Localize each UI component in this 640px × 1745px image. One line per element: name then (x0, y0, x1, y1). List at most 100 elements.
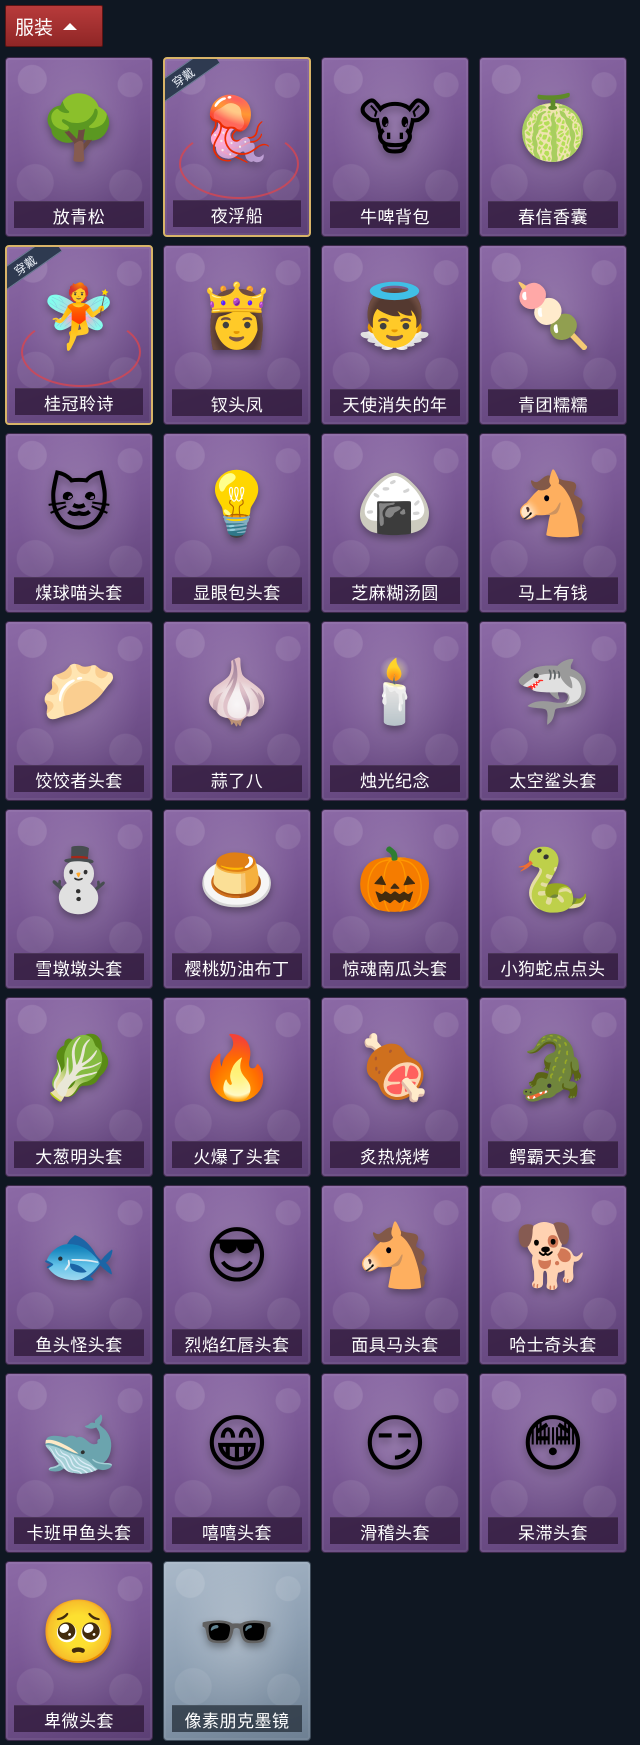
outfit-item-card[interactable]: 😁 嘻嘻头套 (163, 1373, 311, 1553)
item-name-label: 天使消失的年 (330, 389, 460, 416)
item-name-label: 芝麻糊汤圆 (330, 577, 460, 604)
item-name-label: 马上有钱 (488, 577, 618, 604)
outfit-item-card[interactable]: 🐱 煤球喵头套 (5, 433, 153, 613)
item-name-label: 鱼头怪头套 (14, 1329, 144, 1356)
item-art-icon: 🥺 (40, 1595, 118, 1668)
item-name-label: 雪墩墩头套 (14, 953, 144, 980)
item-art-icon: 🍈 (514, 91, 592, 164)
chevron-up-icon (63, 22, 78, 30)
item-name-label: 炙热烧烤 (330, 1141, 460, 1168)
item-name-label: 惊魂南瓜头套 (330, 953, 460, 980)
item-art-icon: 🐱 (46, 467, 112, 540)
outfit-item-card[interactable]: 🪼 夜浮船 穿戴 (163, 57, 311, 237)
item-art-icon: 🐍 (514, 843, 592, 916)
item-art-icon: 🕯️ (356, 655, 434, 728)
outfit-item-card[interactable]: 🥟 饺饺者头套 (5, 621, 153, 801)
item-art-icon: 👼 (356, 279, 434, 352)
item-name-label: 钗头凤 (172, 389, 302, 416)
outfit-item-card[interactable]: 🥬 大葱明头套 (5, 997, 153, 1177)
wardrobe-screen: 服装 🌳 放青松 🪼 夜浮船 穿戴 🐮 牛啤背包 🍈 春信香囊 🧚 桂冠聆诗 穿戴 👸 钗头凤 👼 天使消失的… (0, 0, 640, 1745)
item-art-icon: 😎 (204, 1219, 270, 1292)
outfit-item-card[interactable]: 🐕 哈士奇头套 (479, 1185, 627, 1365)
item-art-icon: 😳 (520, 1407, 586, 1480)
item-art-icon: 🧚 (40, 280, 118, 353)
item-art-icon: 🍡 (514, 279, 592, 352)
item-name-label: 滑稽头套 (330, 1517, 460, 1544)
outfit-item-card[interactable]: 🐮 牛啤背包 (321, 57, 469, 237)
outfit-item-card[interactable]: 😎 烈焰红唇头套 (163, 1185, 311, 1365)
outfit-item-card[interactable]: 🧚 桂冠聆诗 穿戴 (5, 245, 153, 425)
item-name-label: 太空鲨头套 (488, 765, 618, 792)
item-name-label: 显眼包头套 (172, 577, 302, 604)
item-name-label: 樱桃奶油布丁 (172, 953, 302, 980)
item-name-label: 夜浮船 (173, 200, 301, 227)
item-name-label: 煤球喵头套 (14, 577, 144, 604)
item-art-icon: 🍙 (356, 467, 434, 540)
item-name-label: 春信香囊 (488, 201, 618, 228)
outfit-item-card[interactable]: 🐊 鳄霸天头套 (479, 997, 627, 1177)
item-art-icon: 🐴 (514, 467, 592, 540)
outfit-item-card[interactable]: 🕶️ 像素朋克墨镜 (163, 1561, 311, 1741)
outfit-item-card[interactable]: 👼 天使消失的年 (321, 245, 469, 425)
outfit-item-card[interactable]: 👸 钗头凤 (163, 245, 311, 425)
item-name-label: 牛啤背包 (330, 201, 460, 228)
item-name-label: 卡班甲鱼头套 (14, 1517, 144, 1544)
outfit-item-card[interactable]: 🍈 春信香囊 (479, 57, 627, 237)
outfit-item-card[interactable]: 🔥 火爆了头套 (163, 997, 311, 1177)
outfit-item-card[interactable]: 🕯️ 烛光纪念 (321, 621, 469, 801)
item-art-icon: 💡 (198, 467, 276, 540)
outfit-item-card[interactable]: 😳 呆滞头套 (479, 1373, 627, 1553)
item-name-label: 桂冠聆诗 (15, 388, 143, 415)
outfit-item-card[interactable]: 🎃 惊魂南瓜头套 (321, 809, 469, 989)
item-name-label: 哈士奇头套 (488, 1329, 618, 1356)
item-art-icon: 🥟 (40, 655, 118, 728)
outfit-item-card[interactable]: 🌳 放青松 (5, 57, 153, 237)
outfit-item-card[interactable]: 🍖 炙热烧烤 (321, 997, 469, 1177)
section-header-outfit[interactable]: 服装 (5, 5, 103, 47)
item-art-icon: 🐴 (356, 1219, 434, 1292)
item-art-icon: 😁 (204, 1407, 270, 1480)
item-art-icon: 🌳 (40, 91, 118, 164)
outfit-item-card[interactable]: 🐴 面具马头套 (321, 1185, 469, 1365)
outfit-item-card[interactable]: 🧄 蒜了八 (163, 621, 311, 801)
item-name-label: 呆滞头套 (488, 1517, 618, 1544)
outfit-item-card[interactable]: 🐟 鱼头怪头套 (5, 1185, 153, 1365)
item-art-icon: 🕶️ (198, 1595, 276, 1668)
item-name-label: 饺饺者头套 (14, 765, 144, 792)
outfit-item-card[interactable]: 🦈 太空鲨头套 (479, 621, 627, 801)
item-art-icon: 🐋 (40, 1407, 118, 1480)
item-art-icon: 🪼 (198, 92, 276, 165)
item-name-label: 大葱明头套 (14, 1141, 144, 1168)
outfit-item-card[interactable]: 🥺 卑微头套 (5, 1561, 153, 1741)
item-name-label: 青团糯糯 (488, 389, 618, 416)
outfit-item-card[interactable]: 🍡 青团糯糯 (479, 245, 627, 425)
item-art-icon: 🐮 (358, 91, 432, 164)
outfit-item-card[interactable]: ⛄ 雪墩墩头套 (5, 809, 153, 989)
section-title: 服装 (15, 16, 54, 39)
item-art-icon: 🎃 (356, 843, 434, 916)
outfit-item-card[interactable]: 🍮 樱桃奶油布丁 (163, 809, 311, 989)
outfit-item-card[interactable]: 🍙 芝麻糊汤圆 (321, 433, 469, 613)
item-name-label: 小狗蛇点点头 (488, 953, 618, 980)
item-art-icon: 👸 (198, 279, 276, 352)
item-art-icon: 😏 (362, 1407, 428, 1480)
item-name-label: 嘻嘻头套 (172, 1517, 302, 1544)
outfit-item-card[interactable]: 💡 显眼包头套 (163, 433, 311, 613)
item-art-icon: 🐟 (40, 1219, 118, 1292)
outfit-item-card[interactable]: 🐋 卡班甲鱼头套 (5, 1373, 153, 1553)
item-name-label: 烛光纪念 (330, 765, 460, 792)
item-art-icon: 🥬 (40, 1031, 118, 1104)
item-name-label: 烈焰红唇头套 (172, 1329, 302, 1356)
outfit-item-card[interactable]: 🐴 马上有钱 (479, 433, 627, 613)
item-art-icon: 🔥 (198, 1031, 276, 1104)
item-name-label: 放青松 (14, 201, 144, 228)
item-art-icon: 🍮 (198, 843, 276, 916)
item-art-icon: 🍖 (356, 1031, 434, 1104)
outfit-item-card[interactable]: 🐍 小狗蛇点点头 (479, 809, 627, 989)
item-name-label: 卑微头套 (14, 1705, 144, 1732)
item-art-icon: ⛄ (40, 843, 118, 916)
item-name-label: 蒜了八 (172, 765, 302, 792)
item-name-label: 火爆了头套 (172, 1141, 302, 1168)
item-name-label: 面具马头套 (330, 1329, 460, 1356)
outfit-item-card[interactable]: 😏 滑稽头套 (321, 1373, 469, 1553)
